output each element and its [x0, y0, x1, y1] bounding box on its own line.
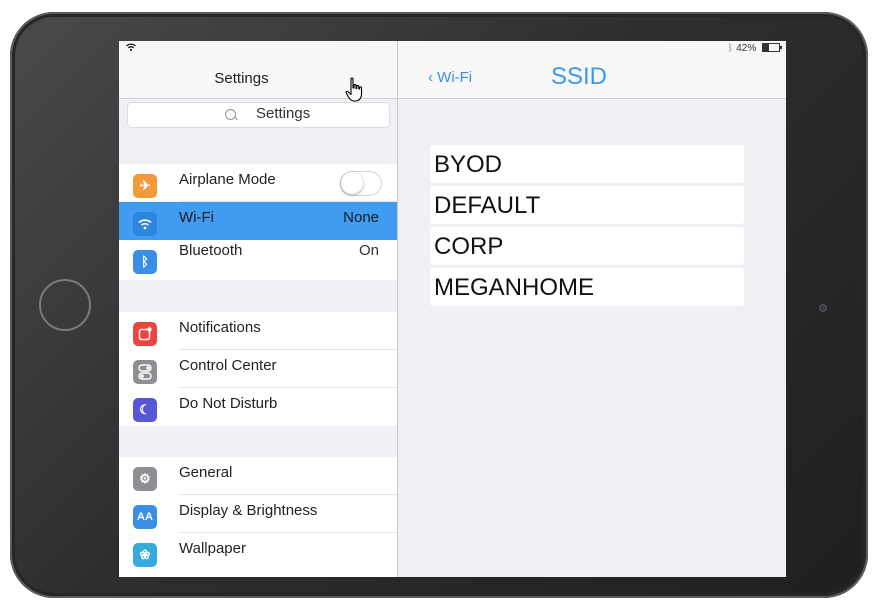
- control-center-icon: [133, 360, 157, 384]
- status-bar: ᛒ 42%: [727, 43, 782, 54]
- gear-icon: ⚙: [133, 467, 157, 491]
- sidebar-item-label: Wi-Fi: [179, 209, 214, 226]
- sidebar-item-airplane-mode[interactable]: ✈ Airplane Mode: [119, 164, 397, 202]
- wifi-status-icon: [126, 43, 136, 51]
- settings-sidebar: Settings Settings ✈ Airplane Mode Wi-Fi …: [119, 41, 398, 577]
- network-item-byod[interactable]: BYOD: [430, 145, 744, 183]
- sidebar-item-label: General: [179, 464, 233, 481]
- page-title: SSID: [551, 63, 608, 90]
- detail-header: ᛒ 42% ‹ Wi-Fi SSID: [398, 41, 786, 99]
- sidebar-item-notifications[interactable]: Notifications: [119, 312, 397, 350]
- sidebar-item-label: Display & Brightness: [179, 502, 318, 519]
- sidebar-item-label: Control Center: [179, 357, 277, 374]
- network-name: CORP: [434, 233, 504, 260]
- bluetooth-status-icon: ᛒ: [727, 43, 734, 54]
- notifications-icon: [133, 322, 157, 346]
- settings-group-notifications: Notifications Control Center ☾ Do Not Di…: [119, 312, 397, 426]
- sidebar-item-general[interactable]: ⚙ General: [119, 457, 397, 495]
- battery-percent: 42%: [736, 43, 757, 54]
- sidebar-item-wifi[interactable]: Wi-Fi None: [119, 202, 397, 240]
- sidebar-item-label: Wallpaper: [179, 540, 246, 557]
- sidebar-item-label: Notifications: [179, 319, 261, 336]
- sidebar-item-control-center[interactable]: Control Center: [119, 350, 397, 388]
- sidebar-item-label: Do Not Disturb: [179, 395, 278, 412]
- network-item-corp[interactable]: CORP: [430, 227, 744, 265]
- sidebar-item-display-brightness[interactable]: AA Display & Brightness: [119, 495, 397, 533]
- home-button[interactable]: [39, 279, 91, 331]
- airplane-icon: ✈: [133, 174, 157, 198]
- wifi-icon: [133, 212, 157, 236]
- battery-icon: [762, 43, 782, 52]
- network-item-default[interactable]: DEFAULT: [430, 186, 744, 224]
- search-placeholder: Settings: [256, 105, 311, 122]
- sidebar-item-do-not-disturb[interactable]: ☾ Do Not Disturb: [119, 388, 397, 426]
- camera-icon: [820, 305, 826, 311]
- wifi-status-value: None: [343, 209, 379, 226]
- toggle-knob: [341, 172, 363, 194]
- moon-icon: ☾: [133, 398, 157, 422]
- page-title: Settings: [214, 70, 269, 87]
- sidebar-item-bluetooth[interactable]: ᛒ Bluetooth On: [119, 240, 397, 278]
- settings-group-connectivity: ✈ Airplane Mode Wi-Fi None ᛒ Bluetooth O…: [119, 164, 397, 280]
- search-icon: [225, 109, 236, 120]
- sidebar-item-wallpaper[interactable]: ❀ Wallpaper: [119, 533, 397, 571]
- back-button[interactable]: ‹ Wi-Fi: [428, 69, 472, 86]
- network-item-meganhome[interactable]: MEGANHOME: [430, 268, 744, 306]
- airplane-mode-toggle[interactable]: [340, 171, 382, 196]
- sidebar-item-label: Airplane Mode: [179, 171, 276, 188]
- network-name: MEGANHOME: [434, 274, 595, 301]
- ipad-screen: Settings Settings ✈ Airplane Mode Wi-Fi …: [119, 41, 786, 577]
- wallpaper-icon: ❀: [133, 543, 157, 567]
- network-name: BYOD: [434, 151, 503, 178]
- settings-group-general: ⚙ General AA Display & Brightness ❀ Wall…: [119, 457, 397, 577]
- sidebar-item-label: Bluetooth: [179, 242, 243, 259]
- search-input[interactable]: Settings: [127, 102, 390, 128]
- bluetooth-status-value: On: [358, 242, 379, 259]
- bluetooth-icon: ᛒ: [133, 250, 157, 274]
- detail-pane: ᛒ 42% ‹ Wi-Fi SSID BYOD DEFAULT CORP MEG…: [398, 41, 786, 577]
- network-name: DEFAULT: [434, 192, 541, 219]
- hand-cursor-icon: [345, 77, 363, 102]
- display-icon: AA: [133, 505, 157, 529]
